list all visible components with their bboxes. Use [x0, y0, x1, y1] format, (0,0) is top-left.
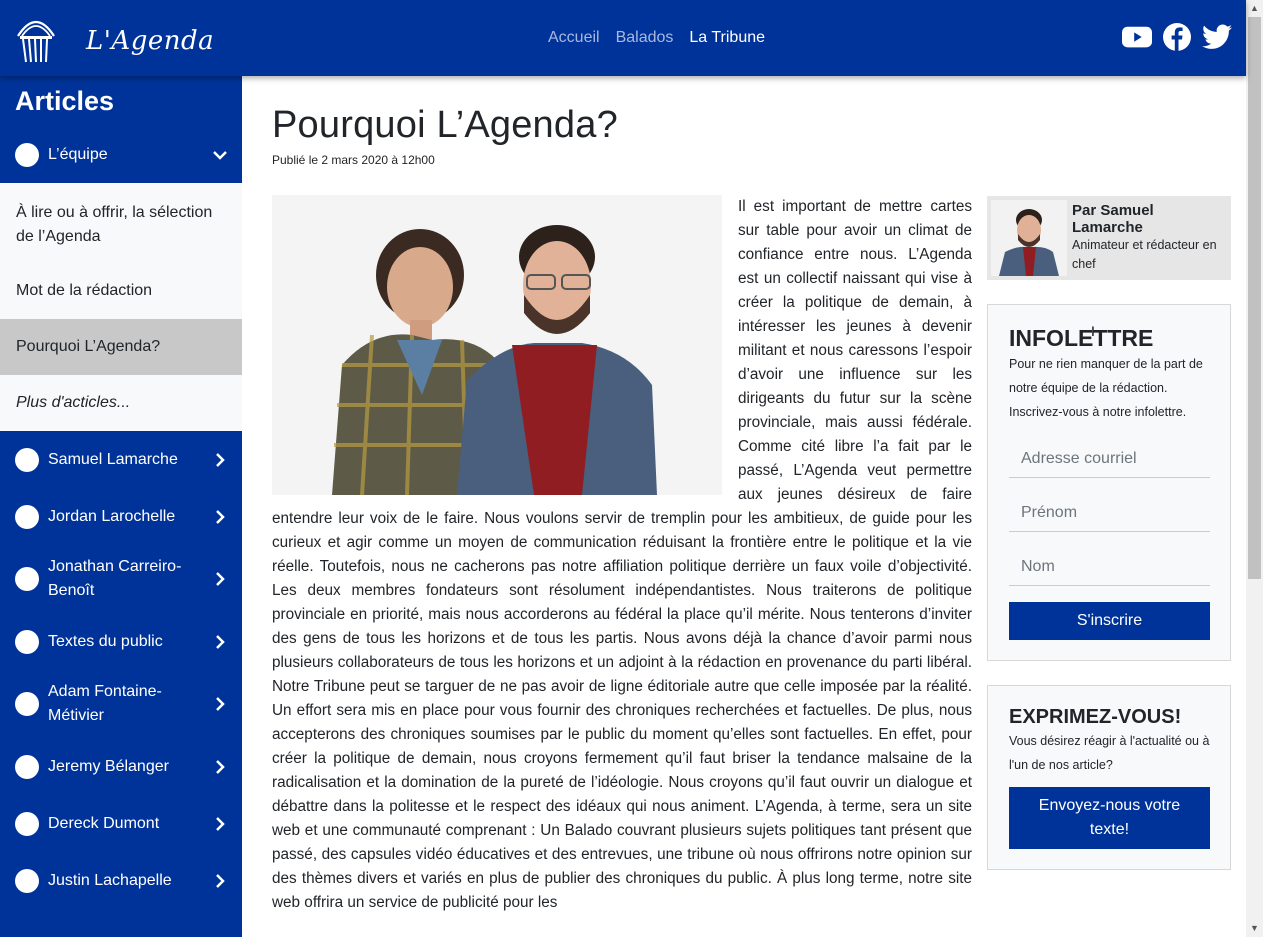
chevron-right-icon	[216, 816, 225, 831]
site-logo[interactable]: L'Agenda	[14, 12, 214, 64]
chevron-right-icon	[216, 873, 225, 888]
chevron-right-icon	[216, 697, 225, 711]
page-title: Pourquoi L’Agenda?	[272, 104, 618, 146]
main-nav: Accueil Balados La Tribune	[548, 29, 765, 47]
email-field[interactable]: Adresse courriel	[1009, 440, 1210, 478]
top-navbar: L'Agenda Accueil Balados La Tribune	[0, 0, 1246, 76]
sidebar-item-label: Justin Lachapelle	[48, 871, 172, 889]
chevron-right-icon	[216, 509, 225, 524]
chevron-down-icon	[213, 150, 227, 160]
submenu-item-pourquoi[interactable]: Pourquoi L’Agenda?	[0, 319, 242, 375]
chevron-right-icon	[216, 452, 225, 467]
publish-date: Publié le 2 mars 2020 à 12h00	[272, 153, 435, 167]
text-cursor-icon: I	[1091, 323, 1095, 339]
sidebar-submenu: À lire ou à offrir, la sélection de l’Ag…	[0, 183, 242, 431]
avatar	[15, 692, 39, 716]
social-links	[1122, 22, 1232, 52]
sidebar-item-label: Jeremy Bélanger	[48, 757, 169, 775]
chevron-right-icon	[216, 759, 225, 774]
avatar	[15, 142, 39, 167]
firstname-field[interactable]: Prénom	[1009, 494, 1210, 532]
page-scrollbar[interactable]: ▲ ▼	[1246, 0, 1263, 937]
sidebar-item-samuel-lamarche[interactable]: Samuel Lamarche	[0, 431, 242, 488]
nav-balados[interactable]: Balados	[616, 29, 674, 47]
chevron-right-icon	[216, 572, 225, 586]
sidebar-section-equipe[interactable]: L’équipe	[0, 126, 242, 183]
express-text: Vous désirez réagir à l'actualité ou à l…	[1009, 734, 1210, 772]
article-photo	[272, 195, 722, 495]
sidebar-item-adam-fontaine-metivier[interactable]: Adam Fontaine-Métivier	[0, 670, 242, 738]
lastname-field[interactable]: Nom	[1009, 548, 1210, 586]
article-main: Pourquoi L’Agenda? Publié le 2 mars 2020…	[272, 76, 972, 915]
sidebar-item-jordan-larochelle[interactable]: Jordan Larochelle	[0, 488, 242, 545]
facebook-icon[interactable]	[1162, 22, 1192, 52]
sidebar-item-dereck-dumont[interactable]: Dereck Dumont	[0, 795, 242, 852]
articles-sidebar: Articles L’équipe À lire ou à offrir, la…	[0, 76, 242, 937]
sidebar-item-jonathan-carreiro-benoit[interactable]: Jonathan Carreiro-Benoît	[0, 545, 242, 613]
submenu-item-more[interactable]: Plus d'acticles...	[0, 375, 242, 431]
article-body-container: Il est important de mettre cartes sur ta…	[272, 195, 972, 915]
newsletter-text: Pour ne rien manquer de la part de notre…	[1009, 357, 1203, 419]
sidebar-title: Articles	[15, 86, 115, 116]
submenu-item-mot-redaction[interactable]: Mot de la rédaction	[0, 263, 242, 319]
author-name[interactable]: Par Samuel Lamarche	[1072, 202, 1227, 236]
send-text-button[interactable]: Envoyez-nous votre texte!	[1009, 787, 1210, 849]
sidebar-item-textes-du-public[interactable]: Textes du public	[0, 613, 242, 670]
sidebar-item-justin-lachapelle[interactable]: Justin Lachapelle	[0, 852, 242, 909]
avatar	[15, 868, 39, 893]
express-box: EXPRIMEZ-VOUS! Vous désirez réagir à l'a…	[987, 685, 1231, 870]
twitter-icon[interactable]	[1202, 22, 1232, 52]
subscribe-button[interactable]: S'inscrire	[1009, 602, 1210, 640]
avatar	[15, 447, 39, 472]
sidebar-item-label: Dereck Dumont	[48, 814, 160, 832]
nav-la-tribune[interactable]: La Tribune	[689, 29, 765, 47]
sidebar-item-label: Textes du public	[48, 632, 163, 650]
newsletter-title: INFOLETTRE	[1009, 325, 1154, 351]
submenu-item-selection[interactable]: À lire ou à offrir, la sélection de l’Ag…	[0, 183, 242, 263]
avatar	[15, 567, 39, 591]
avatar	[15, 754, 39, 779]
sidebar-item-label: Jordan Larochelle	[48, 507, 176, 525]
author-photo	[991, 200, 1067, 276]
sidebar-item-label: Adam Fontaine-Métivier	[48, 683, 162, 724]
author-role: Animateur et rédacteur en chef	[1072, 238, 1217, 271]
newsletter-box: INFOLETTRE Pour ne rien manquer de la pa…	[987, 304, 1231, 661]
express-title: EXPRIMEZ-VOUS!	[1009, 706, 1182, 728]
scroll-down-icon[interactable]: ▼	[1246, 920, 1263, 937]
sidebar-item-label: L’équipe	[48, 145, 108, 163]
chevron-right-icon	[216, 634, 225, 649]
scroll-up-icon[interactable]: ▲	[1246, 0, 1263, 17]
nav-accueil[interactable]: Accueil	[548, 29, 600, 47]
scroll-thumb[interactable]	[1248, 17, 1261, 579]
logo-text: L'Agenda	[86, 26, 215, 56]
logo-icon	[17, 20, 55, 63]
author-card: Par Samuel Lamarche Animateur et rédacte…	[987, 196, 1231, 280]
youtube-icon[interactable]	[1122, 22, 1152, 52]
avatar	[15, 504, 39, 529]
avatar	[15, 629, 39, 654]
sidebar-item-label: Samuel Lamarche	[48, 450, 178, 468]
avatar	[15, 811, 39, 836]
sidebar-item-label: Jonathan Carreiro-Benoît	[48, 558, 182, 599]
sidebar-item-jeremy-belanger[interactable]: Jeremy Bélanger	[0, 738, 242, 795]
right-column: Par Samuel Lamarche Animateur et rédacte…	[987, 196, 1231, 870]
